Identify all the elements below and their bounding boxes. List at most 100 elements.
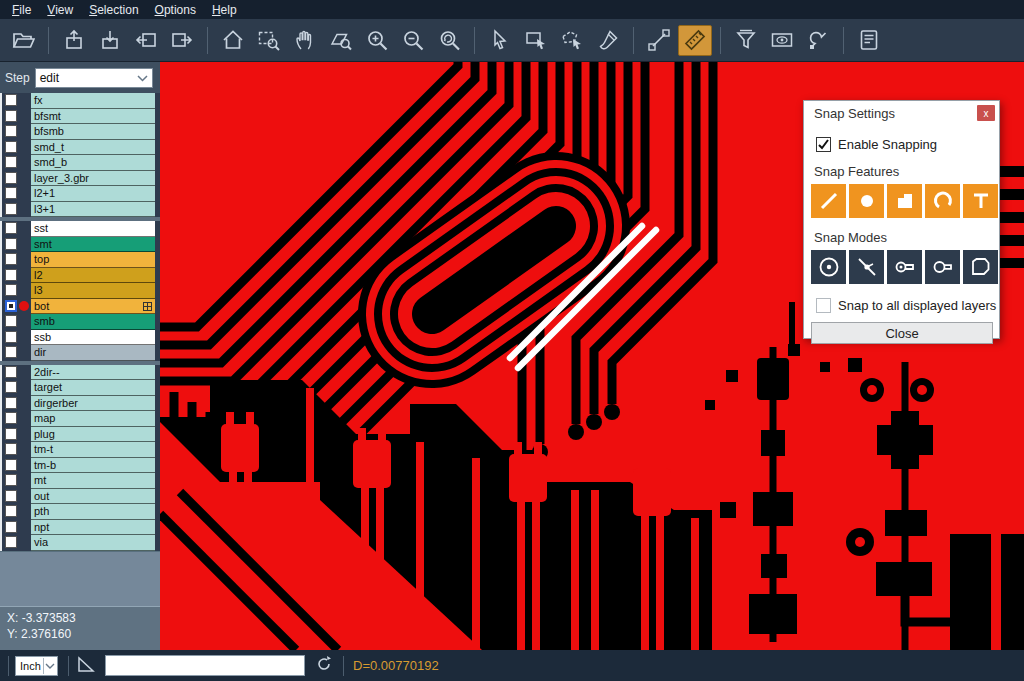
layer-name-bar[interactable]: bfsmb [31,124,155,140]
zoom-polygon-button[interactable] [324,25,358,56]
layer-row-2dir--[interactable]: 2dir-- [0,365,160,381]
select-polygon-button[interactable] [555,25,589,56]
snap-mode-center-button[interactable] [811,250,846,284]
layer-visibility-checkbox[interactable] [5,331,17,343]
dialog-close-action-button[interactable]: Close [811,322,993,344]
step-select[interactable]: edit [35,68,153,88]
box-arrow-left-button[interactable] [129,25,163,56]
snap-feature-pad-round-button[interactable] [849,184,884,218]
layer-row-l3+1[interactable]: l3+1 [0,202,160,218]
box-arrow-right-button[interactable] [165,25,199,56]
expression-input[interactable] [105,655,305,676]
layer-name-bar[interactable]: plug [31,427,155,443]
zoom-out-button[interactable] [396,25,430,56]
layer-name-bar[interactable]: npt [31,520,155,536]
layer-visibility-checkbox[interactable] [5,156,17,168]
layer-name-bar[interactable]: map [31,411,155,427]
dialog-close-button[interactable]: x [977,105,995,121]
snap-all-layers-checkbox[interactable] [816,298,831,313]
menu-selection[interactable]: Selection [81,2,146,18]
layer-name-bar[interactable]: smt [31,237,155,253]
select-cursor-button[interactable] [483,25,517,56]
layer-name-bar[interactable]: smd_b [31,155,155,171]
layer-name-bar[interactable]: bfsmt [31,109,155,125]
layer-name-bar[interactable]: mt [31,473,155,489]
layer-visibility-checkbox[interactable] [5,238,17,250]
menu-view[interactable]: View [39,2,81,18]
layer-visibility-checkbox[interactable] [5,187,17,199]
folder-open-button[interactable] [6,25,40,56]
layer-visibility-checkbox[interactable] [5,443,17,455]
layer-visibility-checkbox[interactable] [5,536,17,548]
layer-row-ssb[interactable]: ssb [0,330,160,346]
zoom-window-button[interactable] [252,25,286,56]
layer-row-npt[interactable]: npt [0,520,160,536]
layer-name-bar[interactable]: dir [31,345,155,361]
layer-visibility-checkbox[interactable] [5,412,17,424]
view-eye-button[interactable] [765,25,799,56]
layer-name-bar[interactable]: bot [31,299,155,315]
layer-name-bar[interactable]: ssb [31,330,155,346]
layer-row-via[interactable]: via [0,535,160,551]
layer-name-bar[interactable]: l3+1 [31,202,155,218]
layer-row-top[interactable]: top [0,252,160,268]
snap-feature-text-button[interactable] [963,184,998,218]
menu-file[interactable]: File [4,2,39,18]
layer-visibility-checkbox[interactable] [5,222,17,234]
layer-visibility-checkbox[interactable] [5,459,17,471]
layer-row-tm-b[interactable]: tm-b [0,458,160,474]
layer-row-map[interactable]: map [0,411,160,427]
box-arrow-up-button[interactable] [57,25,91,56]
layer-visibility-checkbox[interactable] [5,521,17,533]
layer-name-bar[interactable]: via [31,535,155,551]
layer-visibility-checkbox[interactable] [5,203,17,215]
layer-visibility-checkbox[interactable] [5,428,17,440]
corner-tool-icon[interactable] [77,655,97,677]
layer-visibility-checkbox[interactable] [5,346,17,358]
layer-row-smd_t[interactable]: smd_t [0,140,160,156]
layer-row-bfsmt[interactable]: bfsmt [0,109,160,125]
layer-name-bar[interactable]: layer_3.gbr [31,171,155,187]
layer-name-bar[interactable]: tm-b [31,458,155,474]
layer-row-layer_3.gbr[interactable]: layer_3.gbr [0,171,160,187]
layer-visibility-checkbox[interactable] [5,253,17,265]
layer-row-dir[interactable]: dir [0,345,160,361]
layer-row-out[interactable]: out [0,489,160,505]
box-arrow-down-button[interactable] [93,25,127,56]
enable-snapping-checkbox[interactable] [816,137,831,152]
layer-visibility-checkbox[interactable] [5,505,17,517]
home-button[interactable] [216,25,250,56]
layer-visibility-checkbox[interactable] [5,315,17,327]
layer-row-mt[interactable]: mt [0,473,160,489]
layer-visibility-checkbox[interactable] [5,381,17,393]
layer-name-bar[interactable]: dirgerber [31,396,155,412]
layer-visibility-checkbox[interactable] [5,490,17,502]
layer-visibility-checkbox[interactable] [5,269,17,281]
menu-options[interactable]: Options [147,2,204,18]
zoom-in-button[interactable] [360,25,394,56]
layer-row-plug[interactable]: plug [0,427,160,443]
report-doc-button[interactable] [852,25,886,56]
measure-line-button[interactable] [642,25,676,56]
layer-name-bar[interactable]: out [31,489,155,505]
layer-name-bar[interactable]: l2 [31,268,155,284]
layer-row-bfsmb[interactable]: bfsmb [0,124,160,140]
layer-name-bar[interactable]: l3 [31,283,155,299]
snap-mode-keyhole-button[interactable] [887,250,922,284]
snap-mode-on-line-button[interactable] [849,250,884,284]
layer-name-bar[interactable]: fx [31,93,155,109]
layer-row-pth[interactable]: pth [0,504,160,520]
layer-visibility-checkbox[interactable] [5,110,17,122]
select-rect-button[interactable] [519,25,553,56]
layer-name-bar[interactable]: pth [31,504,155,520]
snap-magnet-button[interactable] [801,25,835,56]
snap-feature-pad-corner-button[interactable] [887,184,922,218]
layer-row-dirgerber[interactable]: dirgerber [0,396,160,412]
snap-mode-keyhole-open-button[interactable] [925,250,960,284]
layer-row-smb[interactable]: smb [0,314,160,330]
ruler-button[interactable] [678,25,712,56]
layer-visibility-checkbox[interactable] [5,397,17,409]
snap-mode-contour-button[interactable] [963,250,998,284]
layer-visibility-checkbox[interactable] [5,94,17,106]
layer-row-l2[interactable]: l2 [0,268,160,284]
